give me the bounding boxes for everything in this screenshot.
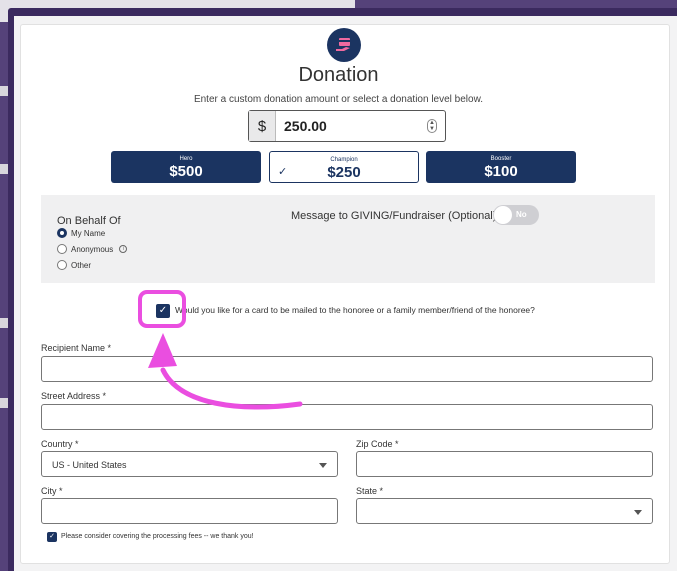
card-mail-question: Would you like for a card to be mailed t… [175, 305, 535, 315]
behalf-title: On Behalf Of [57, 215, 121, 227]
checkmark-icon: ✓ [278, 166, 288, 178]
radio-button[interactable] [57, 260, 67, 270]
options-panel [41, 195, 655, 283]
donation-card [20, 24, 670, 564]
message-label: Message to GIVING/Fundraiser (Optional) [291, 210, 497, 222]
radio-label: Other [71, 260, 92, 270]
radio-anonymous[interactable]: Anonymous i [57, 244, 128, 254]
level-name: Booster [490, 156, 512, 162]
fees-label: Please consider covering the processing … [61, 533, 254, 540]
chevron-down-icon [634, 510, 642, 515]
radio-other[interactable]: Other [57, 260, 91, 270]
amount-field[interactable]: $ ▲▼ [248, 110, 446, 142]
amount-input[interactable] [276, 118, 416, 134]
chevron-down-icon [319, 463, 327, 468]
zip-input[interactable] [356, 451, 653, 477]
state-label: State * [356, 486, 384, 496]
card-hand-icon [327, 28, 361, 62]
toggle-knob [494, 206, 512, 224]
form-subtitle: Enter a custom donation amount or select… [193, 94, 484, 105]
radio-button[interactable] [57, 244, 67, 254]
level-button-hero[interactable]: Hero $500 [111, 151, 261, 183]
country-label: Country * [41, 439, 79, 449]
radio-label: My Name [71, 228, 106, 238]
country-value: US - United States [52, 460, 127, 470]
state-select[interactable] [356, 498, 653, 524]
highlight-box [138, 290, 186, 328]
fees-checkbox[interactable]: ✓ [47, 532, 57, 542]
level-button-champion[interactable]: Champion $250 ✓ [269, 151, 419, 183]
recipient-name-input[interactable] [41, 356, 653, 382]
zip-label: Zip Code * [356, 439, 399, 449]
level-name: Champion [330, 157, 358, 163]
radio-button[interactable] [57, 228, 67, 238]
currency-symbol: $ [249, 111, 276, 141]
level-amount: $500 [169, 163, 203, 180]
message-toggle[interactable]: No [493, 205, 539, 225]
level-amount: $250 [327, 164, 361, 181]
street-address-input[interactable] [41, 404, 653, 430]
radio-label: Anonymous [71, 244, 114, 254]
level-amount: $100 [484, 163, 518, 180]
level-button-booster[interactable]: Booster $100 [426, 151, 576, 183]
form-title: Donation [298, 64, 379, 86]
stepper-icon[interactable]: ▲ ▼ [427, 119, 437, 133]
level-name: Hero [179, 156, 193, 162]
street-address-label: Street Address * [41, 391, 107, 401]
toggle-label: No [516, 210, 527, 219]
radio-my-name[interactable]: My Name [57, 228, 105, 238]
country-select[interactable]: US - United States [41, 451, 338, 477]
city-label: City * [41, 486, 63, 496]
city-input[interactable] [41, 498, 338, 524]
info-icon[interactable]: i [119, 245, 128, 253]
recipient-name-label: Recipient Name * [41, 343, 112, 353]
